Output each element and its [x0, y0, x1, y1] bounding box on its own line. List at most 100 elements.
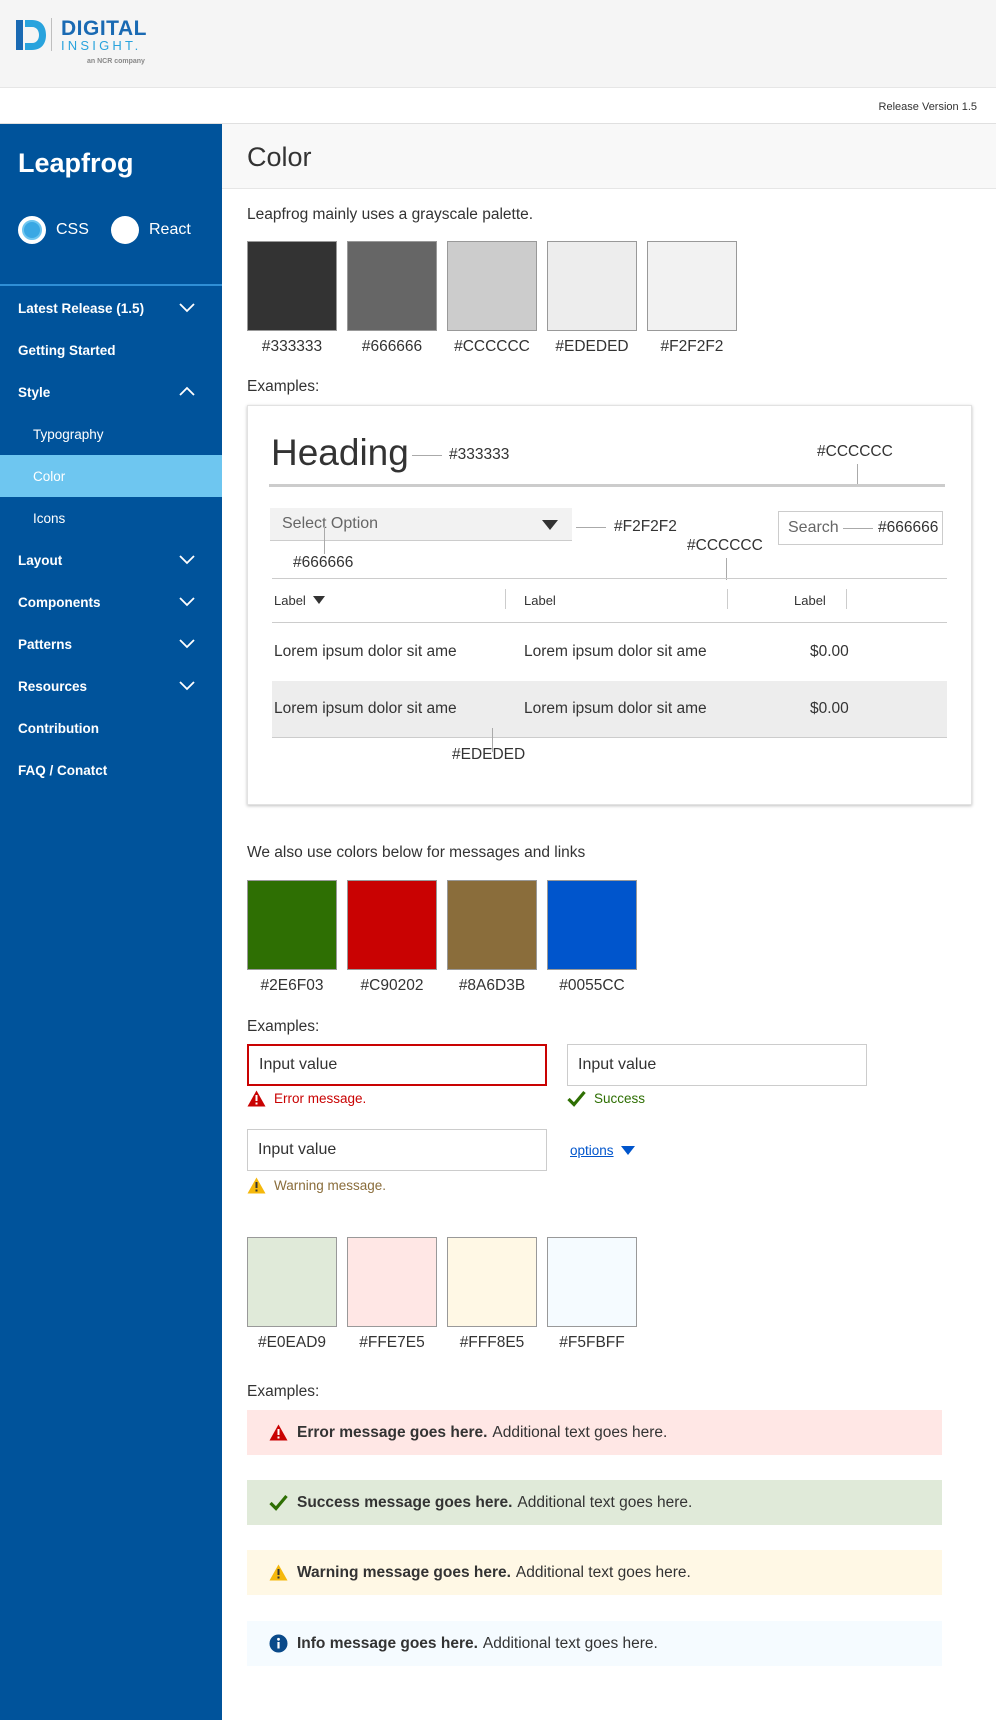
banner-text: Additional text goes here.	[517, 1493, 693, 1511]
banner-text: Additional text goes here.	[482, 1634, 658, 1652]
sidebar-item-label: Resources	[18, 678, 88, 694]
caret-down-icon	[542, 520, 558, 530]
radio-unselected-icon[interactable]	[111, 216, 139, 244]
warning-triangle-icon	[269, 1564, 288, 1581]
swatch-f5fbff	[547, 1237, 637, 1327]
chevron-up-icon	[179, 386, 195, 396]
error-banner: Error message goes here. Additional text…	[247, 1410, 942, 1455]
top-header: DIGITAL INSIGHT. an NCR company	[0, 0, 996, 88]
sidebar-item-icons[interactable]: Icons	[0, 497, 222, 539]
column-divider	[505, 589, 506, 609]
options-link[interactable]: options	[570, 1143, 635, 1158]
messages-intro: We also use colors below for messages an…	[247, 844, 586, 861]
sidebar-item-label: Icons	[33, 510, 66, 526]
table-row: Lorem ipsum dolor sit ame Lorem ipsum do…	[272, 624, 947, 681]
mode-react-radio[interactable]: React	[111, 216, 191, 244]
annotation-rule-color: #CCCCCC	[817, 443, 893, 460]
sidebar-item-style[interactable]: Style	[0, 371, 222, 413]
sidebar-item-label: Contribution	[18, 720, 99, 736]
sidebar-item-color[interactable]: Color	[0, 455, 222, 497]
swatch-label: #8A6D3B	[458, 977, 526, 994]
sidebar-item-faq-contact[interactable]: FAQ / Conatct	[0, 749, 222, 791]
sidebar-item-resources[interactable]: Resources	[0, 665, 222, 707]
swatch-label: #666666	[361, 338, 423, 355]
swatch-666666	[347, 241, 437, 331]
sidebar-item-components[interactable]: Components	[0, 581, 222, 623]
error-input[interactable]: Input value	[247, 1044, 547, 1086]
options-link-text[interactable]: options	[570, 1143, 614, 1158]
checkmark-icon	[567, 1090, 586, 1107]
annotation-line	[857, 464, 858, 484]
sidebar-item-latest-release[interactable]: Latest Release (1.5)	[0, 287, 222, 329]
sidebar-item-layout[interactable]: Layout	[0, 539, 222, 581]
banner-bold-text: Error message goes here.	[297, 1423, 488, 1441]
swatch-8a6d3b	[447, 880, 537, 970]
success-input[interactable]: Input value	[567, 1044, 867, 1086]
warning-input[interactable]: Input value	[247, 1129, 547, 1171]
page-title-band: Color	[222, 124, 996, 189]
sidebar-item-typography[interactable]: Typography	[0, 413, 222, 455]
annotation-select-text-color: #666666	[293, 554, 354, 571]
logo-tagline: an NCR company	[87, 58, 145, 65]
table-cell: Lorem ipsum dolor sit ame	[274, 643, 457, 660]
column-divider	[846, 589, 847, 609]
banner-text: Additional text goes here.	[515, 1563, 691, 1581]
digital-insight-logo[interactable]: DIGITAL INSIGHT. an NCR company	[16, 18, 166, 70]
banner-text: Additional text goes here.	[492, 1423, 668, 1441]
error-message: Error message.	[247, 1090, 366, 1107]
release-bar: Release Version 1.5	[0, 88, 996, 124]
table-header-row: Label Label Label	[272, 579, 947, 623]
radio-selected-icon[interactable]	[18, 216, 46, 244]
example-card: Heading #333333 #CCCCCC Select Option #6…	[247, 405, 972, 805]
sidebar-item-label: Latest Release (1.5)	[18, 300, 145, 316]
sidebar-item-label: Getting Started	[18, 342, 116, 358]
select-option-dropdown[interactable]: Select Option	[270, 508, 572, 541]
error-triangle-icon	[269, 1424, 288, 1441]
swatch-ffe7e5	[347, 1237, 437, 1327]
success-banner: Success message goes here. Additional te…	[247, 1480, 942, 1525]
mode-css-label: CSS	[56, 221, 89, 238]
column-header: Label	[794, 593, 826, 608]
sidebar-divider	[0, 284, 222, 286]
swatch-c90202	[347, 880, 437, 970]
table-cell: $0.00	[810, 700, 849, 717]
caret-down-icon	[620, 1145, 635, 1155]
sidebar-item-label: FAQ / Conatct	[18, 762, 108, 778]
sidebar-item-getting-started[interactable]: Getting Started	[0, 329, 222, 371]
sidebar-item-patterns[interactable]: Patterns	[0, 623, 222, 665]
logo-mark-icon	[16, 20, 46, 50]
search-placeholder: Search	[788, 519, 839, 536]
annotation-line	[324, 526, 325, 554]
sidebar-item-contribution[interactable]: Contribution	[0, 707, 222, 749]
annotation-table-border-color: #CCCCCC	[687, 537, 763, 554]
page-title: Color	[247, 142, 312, 172]
chevron-down-icon	[179, 639, 195, 649]
warning-message-text: Warning message.	[274, 1178, 387, 1193]
swatch-e0ead9	[247, 1237, 337, 1327]
swatch-333333	[247, 241, 337, 331]
error-message-text: Error message.	[274, 1091, 367, 1106]
swatch-label: #FFF8E5	[459, 1334, 525, 1351]
table-cell: Lorem ipsum dolor sit ame	[524, 643, 707, 660]
heading-rule	[269, 484, 945, 487]
info-icon	[269, 1634, 288, 1653]
swatch-label: #FFE7E5	[359, 1334, 425, 1351]
example-heading: Heading	[271, 432, 409, 473]
examples-label: Examples:	[247, 378, 320, 395]
column-header: Label	[274, 593, 306, 608]
annotation-heading-color: #333333	[449, 446, 510, 463]
table-header-sortable[interactable]: Label	[274, 593, 325, 608]
annotation-select-bg: #F2F2F2	[614, 518, 677, 535]
swatch-label: #F5FBFF	[559, 1334, 625, 1351]
swatch-label: #0055CC	[559, 977, 625, 994]
table-cell: Lorem ipsum dolor sit ame	[524, 700, 707, 717]
sidebar-brand: Leapfrog	[18, 148, 134, 178]
warning-message: Warning message.	[247, 1177, 386, 1194]
success-message: Success	[567, 1090, 645, 1107]
annotation-line	[576, 527, 606, 528]
mode-css-radio[interactable]: CSS	[18, 216, 89, 244]
swatch-ededed	[547, 241, 637, 331]
info-banner: Info message goes here. Additional text …	[247, 1621, 942, 1666]
checkmark-icon	[269, 1494, 288, 1511]
chevron-down-icon	[179, 303, 195, 313]
